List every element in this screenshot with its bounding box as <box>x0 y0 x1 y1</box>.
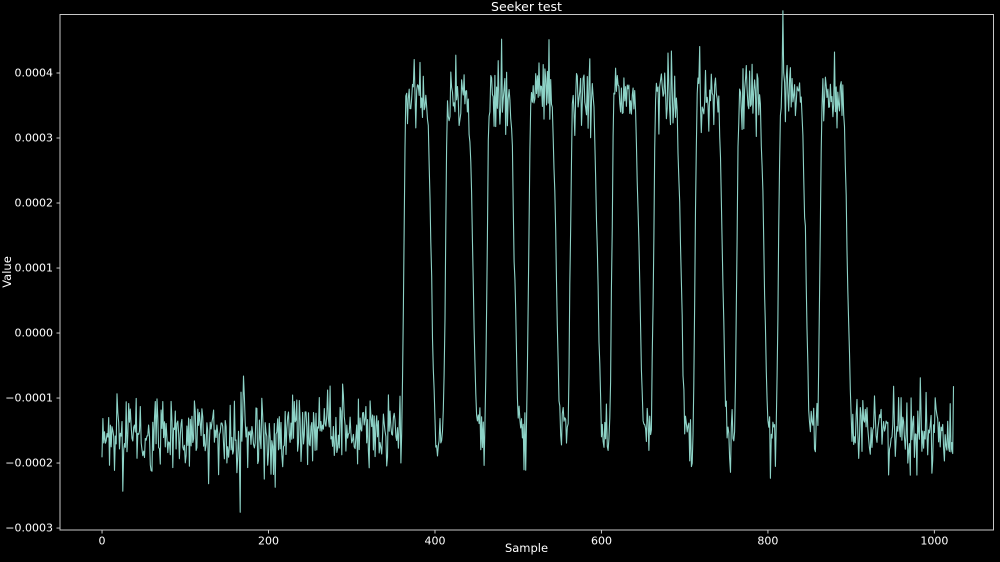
y-tick-label: −0.0002 <box>5 457 53 470</box>
x-tick-label: 400 <box>424 535 445 548</box>
y-tick-label: 0.0004 <box>15 67 54 80</box>
x-tick-label: 800 <box>757 535 778 548</box>
figure-canvas: 0 200 400 600 800 1000 −0.0003 −0.0002 −0.0001 0… <box>0 0 1000 562</box>
plot-border <box>59 14 994 531</box>
y-tick-label: 0.0001 <box>15 262 54 275</box>
x-tick-label: 600 <box>591 535 612 548</box>
y-tick-label: 0.0003 <box>15 132 54 145</box>
x-axis-label: Sample <box>505 541 548 555</box>
x-tick-label: 1000 <box>920 535 948 548</box>
x-tick-label: 200 <box>258 535 279 548</box>
y-tick-label: 0.0000 <box>15 327 54 340</box>
y-axis-ticks: −0.0003 −0.0002 −0.0001 0.0000 0.0001 0.0002 0… <box>5 67 60 535</box>
x-tick-label: 0 <box>99 535 106 548</box>
y-tick-label: 0.0002 <box>15 197 54 210</box>
y-axis-label: Value <box>0 256 14 288</box>
y-tick-label: −0.0001 <box>5 392 53 405</box>
chart-title: Seeker test <box>491 0 562 14</box>
waveform-line <box>101 10 955 513</box>
seeker-test-chart: 0 200 400 600 800 1000 −0.0003 −0.0002 −0.0001 0… <box>0 0 994 555</box>
y-tick-label: −0.0003 <box>5 522 53 535</box>
